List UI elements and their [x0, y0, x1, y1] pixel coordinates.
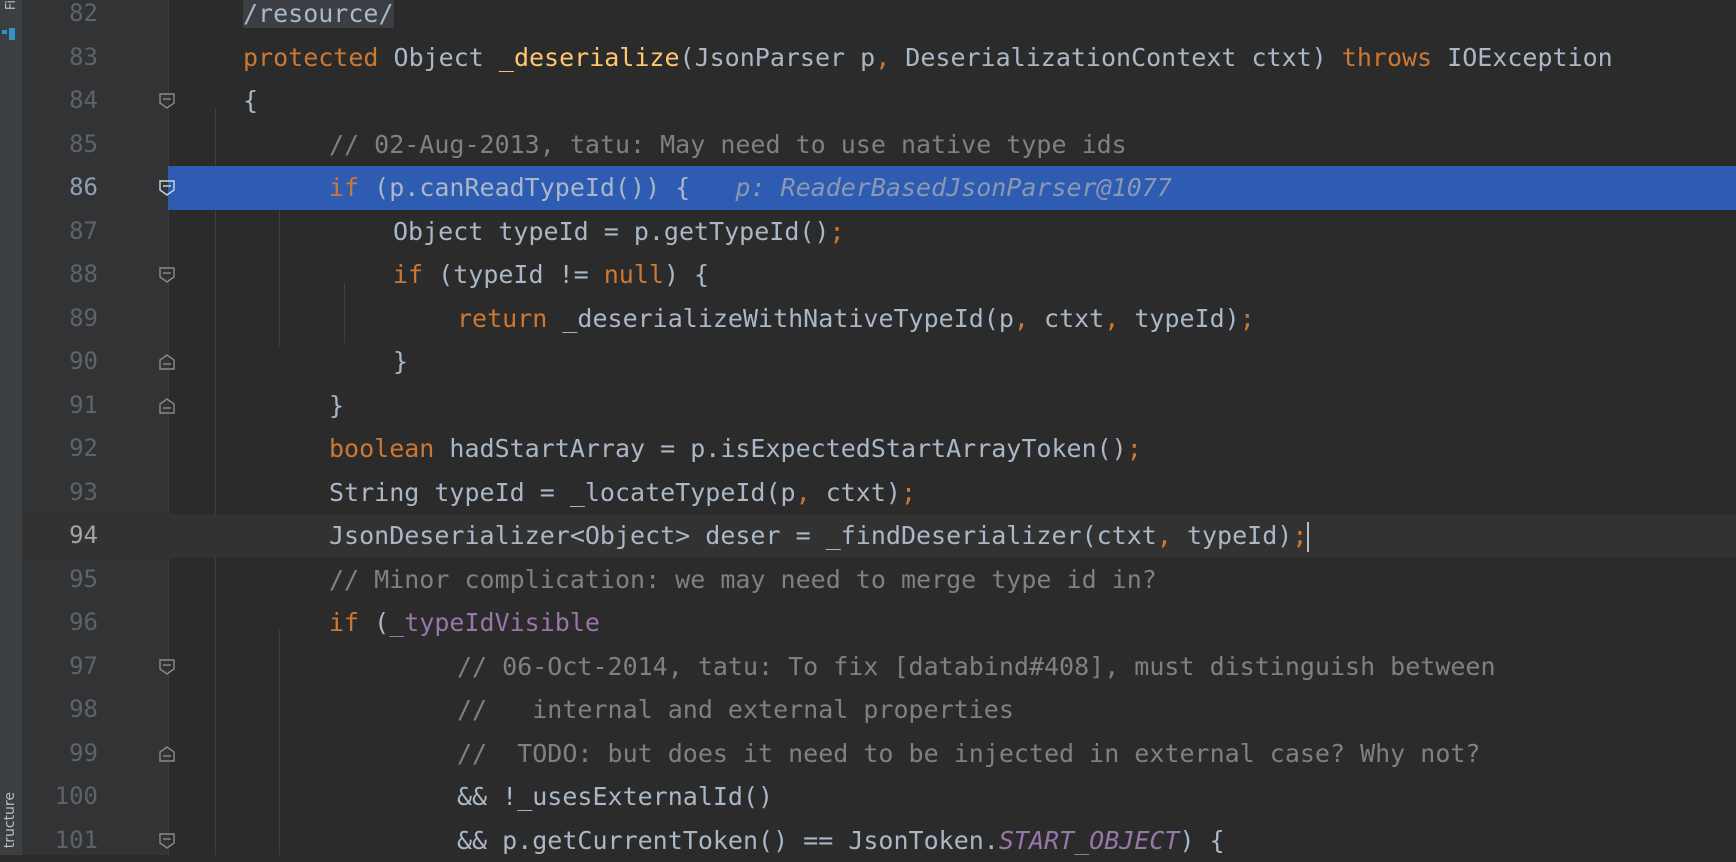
- code-line[interactable]: 88 if (typeId != null) {: [22, 253, 1736, 297]
- code-text: /resource/: [243, 0, 394, 28]
- line-number: 88: [22, 253, 98, 297]
- code-line[interactable]: 96 if (_typeIdVisible: [22, 601, 1736, 645]
- code-text: // TODO: but does it need to be injected…: [457, 732, 1481, 776]
- line-number: 92: [22, 427, 98, 471]
- fold-collapse-icon[interactable]: [158, 92, 176, 110]
- fold-collapse-icon[interactable]: [158, 832, 176, 850]
- line-number: 87: [22, 210, 98, 254]
- code-text: // internal and external properties: [457, 688, 1014, 732]
- code-line[interactable]: 91 }: [22, 384, 1736, 428]
- fold-end-icon[interactable]: [158, 745, 176, 763]
- code-line[interactable]: 85 // 02-Aug-2013, tatu: May need to use…: [22, 123, 1736, 167]
- code-text: }: [329, 384, 344, 428]
- line-number: 83: [22, 36, 98, 80]
- line-number: 95: [22, 558, 98, 602]
- line-number: 82: [22, 0, 98, 36]
- line-number: 85: [22, 123, 98, 167]
- code-line[interactable]: 98 // internal and external properties: [22, 688, 1736, 732]
- fold-end-icon[interactable]: [158, 397, 176, 415]
- line-number: 100: [22, 775, 98, 819]
- favorites-tab-label[interactable]: Fi: [4, 0, 19, 10]
- code-editor[interactable]: 82 /resource/ 83 protected Object _deser…: [22, 0, 1736, 855]
- code-text: // Minor complication: we may need to me…: [329, 558, 1157, 602]
- line-number: 90: [22, 340, 98, 384]
- code-line[interactable]: 92 boolean hadStartArray = p.isExpectedS…: [22, 427, 1736, 471]
- fold-collapse-icon[interactable]: [158, 179, 176, 197]
- fold-collapse-icon[interactable]: [158, 658, 176, 676]
- structure-tab-label[interactable]: tructure: [2, 792, 18, 848]
- line-number: 93: [22, 471, 98, 515]
- code-line[interactable]: 82 /resource/: [22, 0, 1736, 36]
- code-text: // 06-Oct-2014, tatu: To fix [databind#4…: [457, 645, 1496, 689]
- code-line-highlighted[interactable]: 86 if (p.canReadTypeId()) { p: ReaderBas…: [22, 166, 1736, 210]
- code-text: }: [393, 340, 408, 384]
- code-line[interactable]: 100 && !_usesExternalId(): [22, 775, 1736, 819]
- code-line[interactable]: 93 String typeId = _locateTypeId(p, ctxt…: [22, 471, 1736, 515]
- line-number: 98: [22, 688, 98, 732]
- code-line[interactable]: 101 && p.getCurrentToken() == JsonToken.…: [22, 819, 1736, 862]
- fold-end-icon[interactable]: [158, 353, 176, 371]
- code-text: {: [243, 79, 258, 123]
- line-number: 99: [22, 732, 98, 776]
- line-number: 86: [22, 166, 98, 210]
- favorites-icon[interactable]: [2, 26, 16, 42]
- line-number: 91: [22, 384, 98, 428]
- code-line[interactable]: 87 Object typeId = p.getTypeId();: [22, 210, 1736, 254]
- side-tool-strip: Fi tructure: [0, 0, 23, 855]
- code-line[interactable]: 99 // TODO: but does it need to be injec…: [22, 732, 1736, 776]
- code-line[interactable]: 84 {: [22, 79, 1736, 123]
- line-number: 101: [22, 819, 98, 862]
- line-number: 89: [22, 297, 98, 341]
- code-text: // 02-Aug-2013, tatu: May need to use na…: [329, 123, 1127, 167]
- line-number: 94: [22, 514, 98, 558]
- code-line-current[interactable]: 94 JsonDeserializer<Object> deser = _fin…: [22, 514, 1736, 558]
- code-line[interactable]: 90 }: [22, 340, 1736, 384]
- fold-collapse-icon[interactable]: [158, 266, 176, 284]
- line-number: 84: [22, 79, 98, 123]
- line-number: 96: [22, 601, 98, 645]
- debugger-inline-value: p: ReaderBasedJsonParser@1077: [735, 173, 1172, 202]
- code-line[interactable]: 95 // Minor complication: we may need to…: [22, 558, 1736, 602]
- code-line[interactable]: 89 return _deserializeWithNativeTypeId(p…: [22, 297, 1736, 341]
- text-caret: [1307, 522, 1309, 552]
- line-number: 97: [22, 645, 98, 689]
- code-line[interactable]: 97 // 06-Oct-2014, tatu: To fix [databin…: [22, 645, 1736, 689]
- code-text: && !_usesExternalId(): [457, 775, 773, 819]
- code-line[interactable]: 83 protected Object _deserialize(JsonPar…: [22, 36, 1736, 80]
